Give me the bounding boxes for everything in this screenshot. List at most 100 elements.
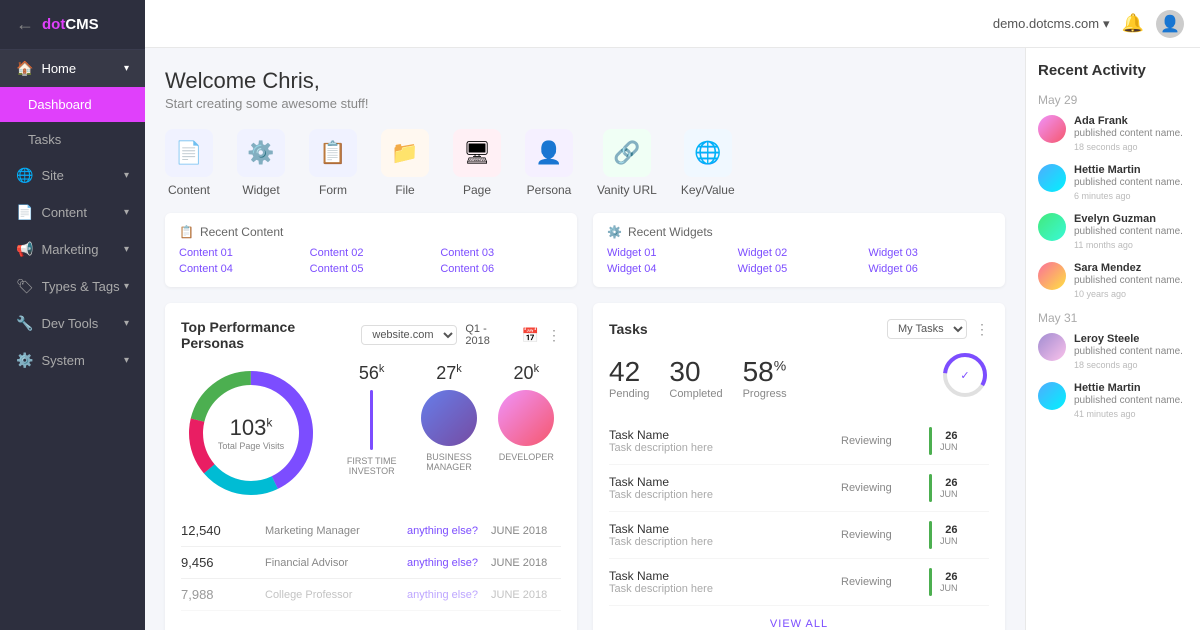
recent-widgets-card: ⚙️ Recent Widgets Widget 01 Widget 02 Wi… <box>593 213 1005 287</box>
devtools-icon: 🔧 <box>16 315 33 332</box>
tasks-panel-header: Tasks My Tasks ⋮ <box>609 319 989 339</box>
back-icon[interactable]: ← <box>16 14 34 35</box>
quicklink-key-value[interactable]: 🌐 Key/Value <box>681 129 735 197</box>
form-quicklink-label: Form <box>319 183 347 197</box>
task-stat-pending: 42 Pending <box>609 356 649 400</box>
manager-avatar <box>421 390 477 446</box>
persona-extra[interactable]: anything else? <box>407 557 487 569</box>
recent-content-grid: Content 01 Content 02 Content 03 Content… <box>179 247 563 275</box>
persona-extra[interactable]: anything else? <box>407 589 487 601</box>
sidebar-item-content[interactable]: 📄 Content ▾ <box>0 194 145 231</box>
user-avatar[interactable]: 👤 <box>1156 10 1184 38</box>
website-filter[interactable]: website.com <box>361 325 457 345</box>
sidebar-label-marketing: Marketing <box>41 242 98 257</box>
chevron-icon: ▾ <box>124 207 129 218</box>
file-quicklink-label: File <box>395 183 414 197</box>
task-name: Task Name <box>609 569 833 583</box>
sidebar-item-system[interactable]: ⚙️ System ▾ <box>0 342 145 379</box>
donut-center: 103k Total Page Visits <box>218 415 284 451</box>
recent-content-item[interactable]: Content 03 <box>440 247 563 259</box>
donut-label: Total Page Visits <box>218 441 284 451</box>
personas-panel-title: Top Performance Personas <box>181 319 361 351</box>
quicklink-widget[interactable]: ⚙️ Widget <box>237 129 285 197</box>
activity-info: Sara Mendez published content name. 10 y… <box>1074 262 1188 299</box>
task-name: Task Name <box>609 475 833 489</box>
task-date-bar <box>929 568 932 596</box>
home-icon: 🏠 <box>16 60 33 77</box>
more-icon[interactable]: ⋮ <box>547 327 561 344</box>
persona-date: JUNE 2018 <box>491 557 561 569</box>
task-item: Task Name Task description here Reviewin… <box>609 512 989 559</box>
sidebar-item-tasks[interactable]: Tasks <box>0 122 145 157</box>
recent-content-item[interactable]: Content 05 <box>310 263 433 275</box>
activity-name: Sara Mendez <box>1074 262 1188 274</box>
content-area: Welcome Chris, Start creating some aweso… <box>145 48 1200 630</box>
activity-avatar <box>1038 333 1066 361</box>
recent-content-item[interactable]: Content 04 <box>179 263 302 275</box>
persona-num: 12,540 <box>181 523 261 538</box>
calendar-icon[interactable]: 📅 <box>522 327 539 344</box>
keyvalue-quicklink-label: Key/Value <box>681 183 735 197</box>
domain-selector[interactable]: demo.dotcms.com ▾ <box>993 16 1110 32</box>
sidebar-label-dashboard: Dashboard <box>28 97 92 112</box>
task-stat-completed: 30 Completed <box>669 356 722 400</box>
recent-widget-item[interactable]: Widget 03 <box>868 247 991 259</box>
recent-widget-item[interactable]: Widget 04 <box>607 263 730 275</box>
quicklink-form[interactable]: 📋 Form <box>309 129 357 197</box>
period-label: Q1 - 2018 <box>465 323 513 347</box>
recent-widget-item[interactable]: Widget 01 <box>607 247 730 259</box>
activity-item: Leroy Steele published content name. 18 … <box>1038 333 1188 370</box>
sidebar-item-marketing[interactable]: 📢 Marketing ▾ <box>0 231 145 268</box>
recent-content-item[interactable]: Content 06 <box>440 263 563 275</box>
quicklink-page[interactable]: 🖥 Page <box>453 129 501 197</box>
activity-time: 11 months ago <box>1074 240 1188 250</box>
pending-label: Pending <box>609 388 649 400</box>
recent-content-item[interactable]: Content 02 <box>310 247 433 259</box>
task-desc: Task description here <box>609 489 833 501</box>
tasks-more-icon[interactable]: ⋮ <box>975 321 989 338</box>
persona-row: 7,988 College Professor anything else? J… <box>181 579 561 611</box>
recent-widget-item[interactable]: Widget 02 <box>738 247 861 259</box>
notifications-icon[interactable]: 🔔 <box>1122 13 1144 34</box>
activity-date-may29: May 29 <box>1038 93 1188 107</box>
welcome-title: Welcome Chris, <box>165 68 1005 94</box>
activity-time: 10 years ago <box>1074 289 1188 299</box>
sidebar-item-site[interactable]: 🌐 Site ▾ <box>0 157 145 194</box>
persona-table: 12,540 Marketing Manager anything else? … <box>181 515 561 611</box>
activity-info: Leroy Steele published content name. 18 … <box>1074 333 1188 370</box>
task-date: 26 JUN <box>940 524 958 546</box>
keyvalue-quicklink-icon: 🌐 <box>684 129 732 177</box>
recent-content-icon: 📋 <box>179 225 194 239</box>
sidebar-item-home[interactable]: 🏠 Home ▾ <box>0 50 145 87</box>
activity-title: Recent Activity <box>1038 62 1188 79</box>
chevron-icon: ▾ <box>124 170 129 181</box>
persona-type: Financial Advisor <box>265 557 403 569</box>
persona-developer-value: 20k <box>492 363 561 384</box>
task-date: 26 JUN <box>940 430 958 452</box>
quick-links: 📄 Content ⚙️ Widget 📋 Form 📁 File 🖥 <box>165 129 1005 197</box>
sidebar-label-types: Types & Tags <box>42 279 120 294</box>
task-status: Reviewing <box>841 482 921 494</box>
quicklink-file[interactable]: 📁 File <box>381 129 429 197</box>
vanity-quicklink-label: Vanity URL <box>597 183 657 197</box>
quicklink-persona[interactable]: 👤 Persona <box>525 129 573 197</box>
persona-num: 7,988 <box>181 587 261 602</box>
activity-name: Evelyn Guzman <box>1074 213 1188 225</box>
recent-widget-item[interactable]: Widget 05 <box>738 263 861 275</box>
tasks-filter[interactable]: My Tasks <box>887 319 967 339</box>
persona-extra[interactable]: anything else? <box>407 525 487 537</box>
sidebar-item-types-tags[interactable]: 🏷 Types & Tags ▾ <box>0 268 145 305</box>
quicklink-vanity-url[interactable]: 🔗 Vanity URL <box>597 129 657 197</box>
recent-widget-item[interactable]: Widget 06 <box>868 263 991 275</box>
sidebar-item-dashboard[interactable]: Dashboard <box>0 87 145 122</box>
activity-item: Hettie Martin published content name. 6 … <box>1038 164 1188 201</box>
quicklink-content[interactable]: 📄 Content <box>165 129 213 197</box>
sidebar-logo: ← dotCMS <box>0 0 145 50</box>
view-all-button[interactable]: VIEW ALL <box>609 618 989 630</box>
avatar-icon: 👤 <box>1160 14 1180 34</box>
activity-info: Evelyn Guzman published content name. 11… <box>1074 213 1188 250</box>
sidebar-item-dev-tools[interactable]: 🔧 Dev Tools ▾ <box>0 305 145 342</box>
recent-content-item[interactable]: Content 01 <box>179 247 302 259</box>
activity-item: Hettie Martin published content name. 41… <box>1038 382 1188 419</box>
content-quicklink-icon: 📄 <box>165 129 213 177</box>
